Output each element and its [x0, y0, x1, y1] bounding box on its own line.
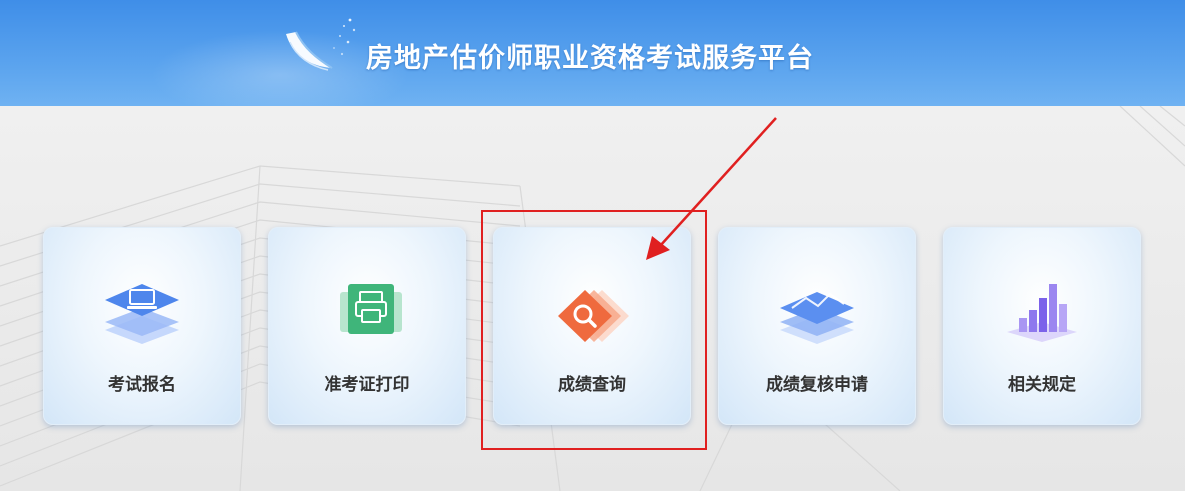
layers-chart-icon [780, 292, 854, 344]
score-query-card[interactable]: 成绩查询 [493, 227, 691, 425]
score-review-application-card[interactable]: 成绩复核申请 [718, 227, 916, 425]
card-label: 考试报名 [108, 375, 176, 395]
search-icon [558, 290, 629, 342]
card-label: 成绩查询 [558, 375, 626, 395]
printer-icon [340, 284, 402, 334]
page-title: 房地产估价师职业资格考试服务平台 [366, 43, 814, 74]
leaf-logo-icon [286, 31, 333, 71]
card-label: 成绩复核申请 [766, 375, 868, 395]
related-regulations-card[interactable]: 相关规定 [943, 227, 1141, 425]
computer-icon [105, 284, 179, 344]
card-label: 相关规定 [1008, 375, 1076, 395]
bar-chart-icon [1007, 284, 1077, 342]
header-banner: 房地产估价师职业资格考试服务平台 [0, 0, 1185, 106]
admission-ticket-print-card[interactable]: 准考证打印 [268, 227, 466, 425]
exam-registration-card[interactable]: 考试报名 [43, 227, 241, 425]
card-label: 准考证打印 [324, 375, 410, 395]
